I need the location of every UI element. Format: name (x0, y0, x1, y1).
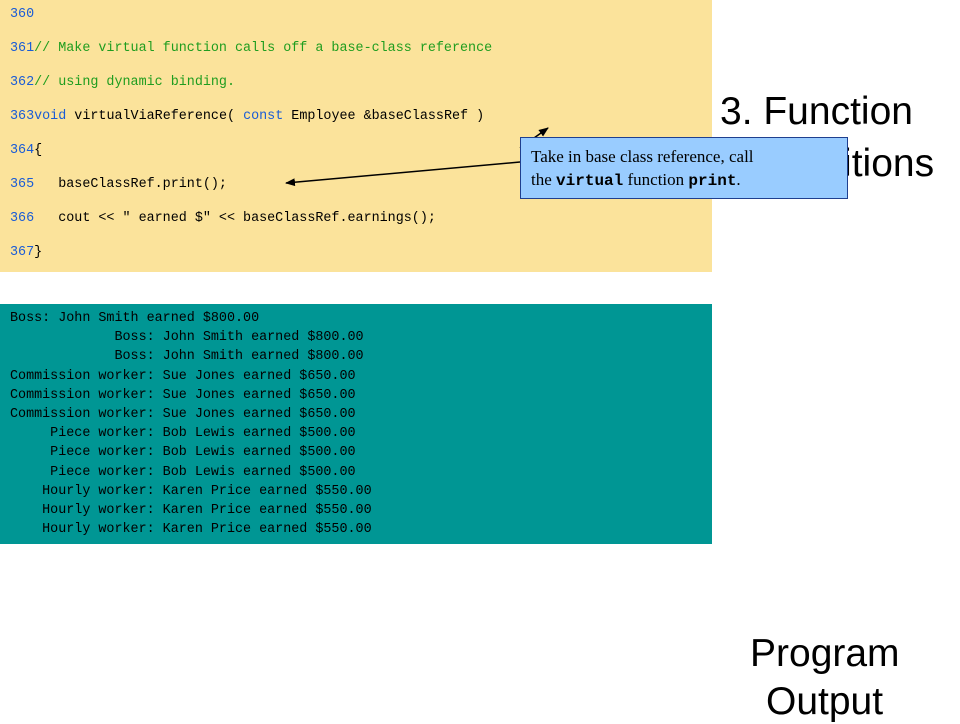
callout-box: Take in base class reference, call the v… (520, 137, 848, 199)
callout-text: . (736, 170, 741, 189)
callout-text: the (531, 170, 557, 189)
code-text: } (34, 245, 43, 260)
code-line: 363void virtualViaReference( const Emplo… (10, 109, 484, 125)
code-line: 361// Make virtual function calls off a … (10, 41, 492, 57)
line-number: 362 (10, 75, 35, 90)
output-line: Boss: John Smith earned $800.00 (10, 311, 260, 326)
program-output-label-line2: Output (766, 680, 884, 723)
code-line: 360 (10, 7, 34, 23)
program-output-label-line1: Program (750, 632, 900, 675)
output-line: Commission worker: Sue Jones earned $650… (10, 407, 356, 422)
callout-text: function (623, 170, 689, 189)
code-keyword: void (34, 109, 67, 124)
section-title-line1: 3. Function (720, 90, 913, 133)
callout-line1: Take in base class reference, call (531, 147, 754, 166)
program-output-panel: Boss: John Smith earned $800.00 Boss: Jo… (0, 304, 712, 544)
code-text: virtualViaReference( (66, 109, 244, 124)
line-number: 363 (10, 109, 35, 124)
output-line: Piece worker: Bob Lewis earned $500.00 (10, 464, 356, 480)
output-line: Commission worker: Sue Jones earned $650… (10, 368, 356, 384)
code-line: 364{ (10, 143, 42, 159)
code-line: 365 baseClassRef.print(); (10, 177, 227, 193)
code-comment: // using dynamic binding. (34, 75, 236, 90)
code-keyword: const (243, 109, 284, 124)
output-line: Boss: John Smith earned $800.00 (10, 349, 364, 365)
output-line: Hourly worker: Karen Price earned $550.0… (10, 503, 372, 518)
line-number: 361 (10, 41, 35, 56)
output-line: Hourly worker: Karen Price earned $550.0… (10, 483, 372, 499)
code-text: { (34, 143, 43, 158)
code-text: Employee &baseClassRef ) (283, 109, 485, 124)
callout-code-virtual: virtual (556, 172, 624, 190)
source-code-panel: 360 361// Make virtual function calls off… (0, 0, 712, 272)
line-number: 360 (10, 7, 35, 22)
code-line: 366 cout << " earned $" << baseClassRef.… (10, 211, 436, 227)
output-line: Boss: John Smith earned $800.00 (10, 330, 364, 346)
output-line: Commission worker: Sue Jones earned $650… (10, 387, 356, 403)
code-line: 367} (10, 245, 42, 261)
callout-line2: the virtual function print. (531, 168, 837, 193)
code-text: cout << " earned $" << baseClassRef.earn… (34, 211, 436, 226)
output-line: Hourly worker: Karen Price earned $550.0… (10, 522, 372, 538)
callout-code-print: print (688, 172, 737, 190)
code-comment: // Make virtual function calls off a bas… (34, 41, 493, 56)
line-number: 364 (10, 143, 35, 158)
output-line: Piece worker: Bob Lewis earned $500.00 (10, 426, 356, 442)
code-text: baseClassRef.print(); (34, 177, 227, 192)
line-number: 367 (10, 245, 35, 260)
output-line: Piece worker: Bob Lewis earned $500.00 (10, 445, 356, 461)
code-line: 362// using dynamic binding. (10, 75, 235, 91)
line-number: 365 (10, 177, 35, 192)
line-number: 366 (10, 211, 35, 226)
